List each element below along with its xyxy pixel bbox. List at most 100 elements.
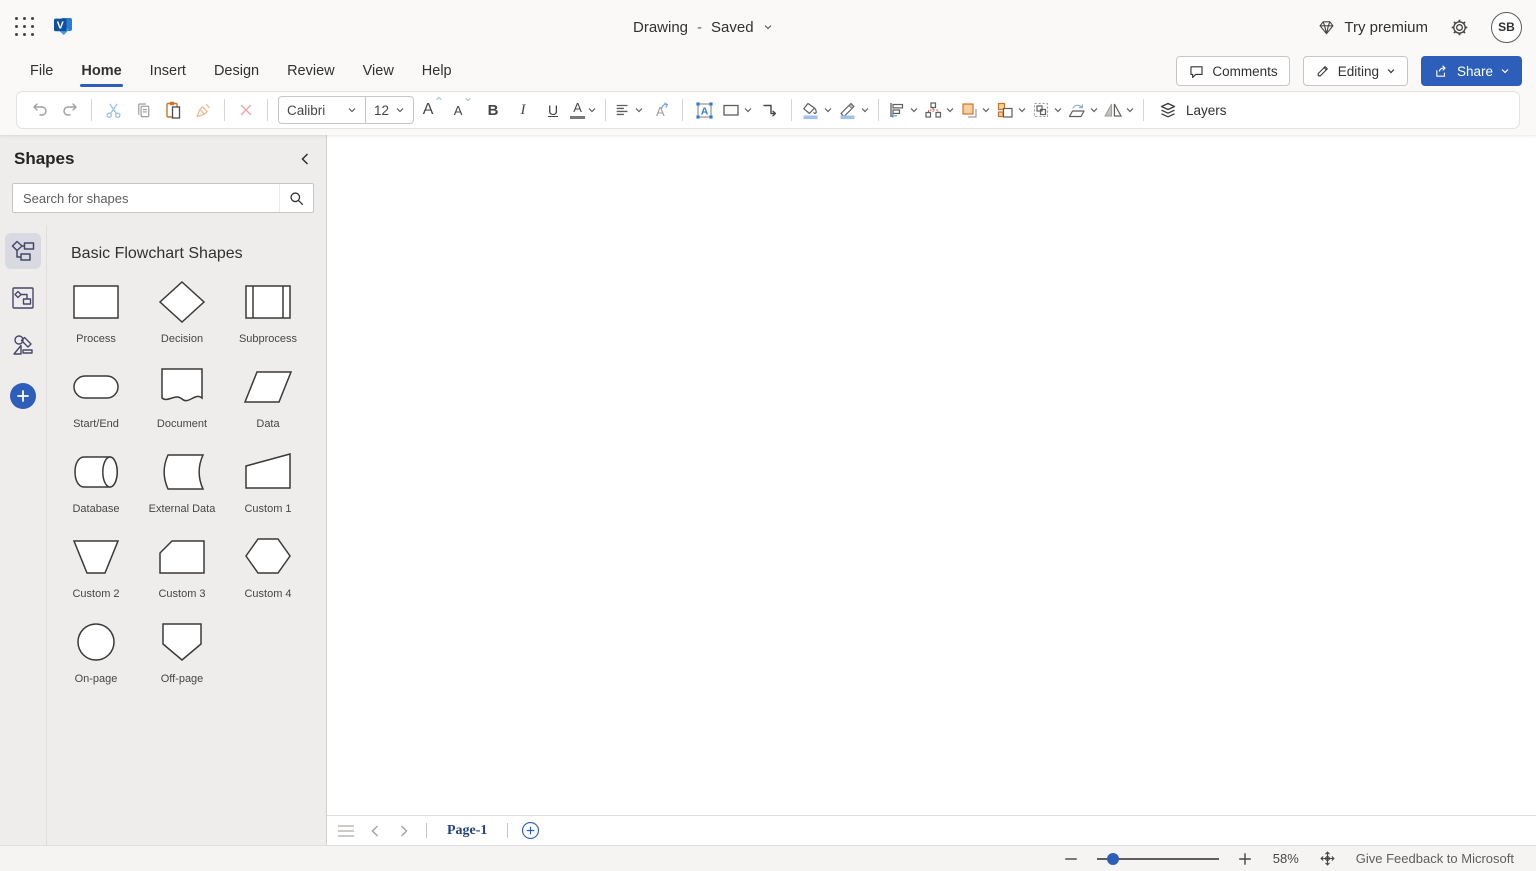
try-premium-button[interactable]: Try premium xyxy=(1317,18,1428,37)
menu-design[interactable]: Design xyxy=(200,57,273,85)
zoom-slider[interactable] xyxy=(1097,850,1219,868)
menu-view[interactable]: View xyxy=(349,57,408,85)
redo-button[interactable] xyxy=(55,95,85,125)
menu-insert[interactable]: Insert xyxy=(136,57,200,85)
underline-button[interactable]: U xyxy=(538,95,568,125)
add-stencil-button[interactable] xyxy=(10,383,36,409)
stencil-drawing-tools[interactable] xyxy=(5,327,41,363)
menu-help[interactable]: Help xyxy=(408,57,466,85)
zoom-out-button[interactable] xyxy=(1063,851,1079,867)
grow-font-button[interactable]: A xyxy=(418,95,448,125)
titlebar-right: Try premium SB xyxy=(1317,0,1522,54)
avatar[interactable]: SB xyxy=(1491,12,1522,43)
fill-color-button[interactable] xyxy=(798,95,835,125)
font-size-value: 12 xyxy=(374,103,389,118)
collapse-panel-chevron-icon[interactable] xyxy=(298,151,312,167)
zoom-level[interactable]: 58% xyxy=(1273,851,1299,866)
group-button[interactable] xyxy=(1029,95,1065,125)
add-page-plus-icon xyxy=(521,821,540,840)
shape-off-page[interactable]: Off-page xyxy=(139,617,225,702)
line-color-button[interactable] xyxy=(835,95,872,125)
connector-button[interactable] xyxy=(755,95,785,125)
stencil-basic-shapes[interactable] xyxy=(5,280,41,316)
layers-label: Layers xyxy=(1186,103,1227,118)
flip-button[interactable] xyxy=(1101,95,1137,125)
editing-mode-button[interactable]: Editing xyxy=(1303,56,1408,86)
shape-custom-2[interactable]: Custom 2 xyxy=(53,532,139,617)
bring-forward-button[interactable] xyxy=(957,95,993,125)
off-page-shape-icon xyxy=(158,620,206,664)
chevron-down-icon xyxy=(1386,66,1396,76)
basic-shapes-stencil-icon xyxy=(11,286,35,310)
font-size-select[interactable]: 12 xyxy=(365,97,413,123)
format-painter-button[interactable] xyxy=(188,95,218,125)
zoom-slider-thumb[interactable] xyxy=(1107,853,1119,865)
shape-search-input[interactable] xyxy=(13,191,279,206)
text-direction-icon: A xyxy=(651,100,671,120)
cut-button[interactable] xyxy=(98,95,128,125)
font-controls: Calibri 12 xyxy=(278,96,414,124)
comments-button[interactable]: Comments xyxy=(1176,56,1289,86)
search-button[interactable] xyxy=(279,184,313,212)
position-button[interactable] xyxy=(921,95,957,125)
send-backward-button[interactable] xyxy=(993,95,1029,125)
chevron-right-icon xyxy=(398,824,410,838)
minus-icon xyxy=(1063,851,1079,867)
undo-button[interactable] xyxy=(25,95,55,125)
shape-process[interactable]: Process xyxy=(53,277,139,362)
menubar-right: Comments Editing Share xyxy=(1176,56,1522,86)
page-tab[interactable]: Page-1 xyxy=(437,823,497,839)
font-color-button[interactable]: A xyxy=(568,95,599,125)
font-family-select[interactable]: Calibri xyxy=(279,97,365,123)
zoom-in-button[interactable] xyxy=(1237,851,1253,867)
shape-document[interactable]: Document xyxy=(139,362,225,447)
shape-on-page[interactable]: On-page xyxy=(53,617,139,702)
delete-button[interactable] xyxy=(231,95,261,125)
chevron-left-icon xyxy=(369,824,381,838)
shape-custom-4[interactable]: Custom 4 xyxy=(225,532,311,617)
paste-button[interactable] xyxy=(158,95,188,125)
stencil-flowchart[interactable] xyxy=(5,233,41,269)
align-text-button[interactable] xyxy=(612,95,646,125)
shape-external-data[interactable]: External Data xyxy=(139,447,225,532)
give-feedback-link[interactable]: Give Feedback to Microsoft xyxy=(1356,851,1514,866)
page-bar-divider xyxy=(426,823,427,838)
menu-home[interactable]: Home xyxy=(67,57,135,85)
page-bar: Page-1 xyxy=(327,815,1536,845)
data-shape-icon xyxy=(244,365,292,409)
text-box-button[interactable]: A xyxy=(689,95,719,125)
align-objects-button[interactable] xyxy=(885,95,921,125)
title-separator: - xyxy=(697,19,702,36)
menu-review[interactable]: Review xyxy=(273,57,349,85)
menu-file[interactable]: File xyxy=(16,57,67,85)
page-list-menu-button[interactable] xyxy=(334,819,358,843)
canvas-column: Page-1 xyxy=(327,135,1536,845)
rotate-button[interactable] xyxy=(1065,95,1101,125)
shape-data[interactable]: Data xyxy=(225,362,311,447)
shape-styles-button[interactable] xyxy=(719,95,755,125)
layers-button[interactable]: Layers xyxy=(1150,95,1235,125)
visio-logo-icon[interactable]: V xyxy=(52,15,74,37)
settings-gear-icon[interactable] xyxy=(1450,18,1469,37)
add-page-button[interactable] xyxy=(518,819,542,843)
drawing-canvas[interactable] xyxy=(327,135,1536,815)
shape-custom-3[interactable]: Custom 3 xyxy=(139,532,225,617)
fit-to-window-button[interactable] xyxy=(1319,850,1336,867)
shape-start-end[interactable]: Start/End xyxy=(53,362,139,447)
shape-database[interactable]: Database xyxy=(53,447,139,532)
bold-button[interactable]: B xyxy=(478,95,508,125)
shape-custom-1[interactable]: Custom 1 xyxy=(225,447,311,532)
shape-decision[interactable]: Decision xyxy=(139,277,225,362)
shape-subprocess[interactable]: Subprocess xyxy=(225,277,311,362)
italic-button[interactable]: I xyxy=(508,95,538,125)
next-page-button[interactable] xyxy=(392,819,416,843)
document-title-group[interactable]: Drawing - Saved xyxy=(633,0,773,54)
copy-button[interactable] xyxy=(128,95,158,125)
share-button[interactable]: Share xyxy=(1421,56,1522,86)
shrink-font-button[interactable]: A xyxy=(448,95,478,125)
previous-page-button[interactable] xyxy=(363,819,387,843)
text-direction-button[interactable]: A xyxy=(646,95,676,125)
custom-3-shape-icon xyxy=(158,535,206,579)
app-launcher-waffle-icon[interactable] xyxy=(15,17,35,37)
document-title: Drawing xyxy=(633,19,688,36)
